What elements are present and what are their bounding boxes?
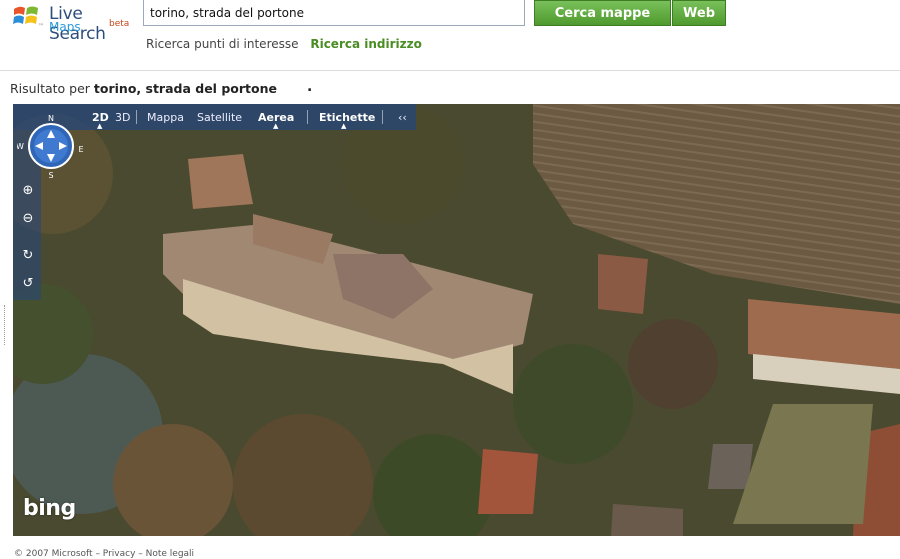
header-divider [0,70,900,71]
mode-map-button[interactable]: Mappa [147,111,184,124]
compass-east-label: E [78,145,83,154]
view-2d-caret-icon: ▲ [97,122,103,130]
view-3d-button[interactable]: 3D [115,111,130,124]
aerial-caret-icon: ▲ [273,122,279,130]
rotate-counterclockwise-icon[interactable]: ↺ [18,274,38,294]
search-mode-links: Ricerca punti di interesse Ricerca indir… [146,37,422,51]
toolbar-separator [307,110,308,124]
bing-watermark: bing [23,496,76,521]
compass-control[interactable]: N S W E [17,112,85,180]
labels-caret-icon: ▲ [341,122,347,130]
mode-satellite-button[interactable]: Satellite [197,111,242,124]
poi-search-link[interactable]: Ricerca punti di interesse [146,37,299,51]
trademark: ™ [38,23,44,30]
panel-resize-handle[interactable] [4,305,9,345]
result-query: torino, strada del portone [93,81,277,96]
result-prefix: Risultato per [10,81,90,96]
zoom-in-icon[interactable]: ⊕ [18,181,38,201]
footer-text: © 2007 Microsoft – Privacy – Note legali [14,549,195,559]
aerial-image [13,104,900,536]
collapse-toolbar-button[interactable]: ‹‹ [398,111,407,124]
result-summary: Risultato per torino, strada del portone [10,81,277,96]
result-dot: . [307,79,313,95]
beta-label: beta [109,19,130,29]
web-search-button[interactable]: Web [672,0,726,26]
toolbar-separator [136,110,137,124]
search-maps-button[interactable]: Cerca mappe [534,0,671,26]
compass-west-label: W [17,142,24,151]
aerial-map[interactable] [13,104,900,536]
labels-toggle[interactable]: Etichette [319,111,375,124]
windows-flag-icon [13,6,38,24]
compass-south-label: S [48,171,53,180]
compass-north-label: N [48,114,54,123]
zoom-out-icon[interactable]: ⊖ [18,209,38,229]
search-input[interactable]: torino, strada del portone [143,0,525,26]
toolbar-separator [382,110,383,124]
live-search-logo[interactable]: Live Search ™ Maps beta [8,0,138,44]
product-name: Maps [49,20,81,34]
address-search-link[interactable]: Ricerca indirizzo [310,37,422,51]
rotate-clockwise-icon[interactable]: ↻ [18,246,38,266]
